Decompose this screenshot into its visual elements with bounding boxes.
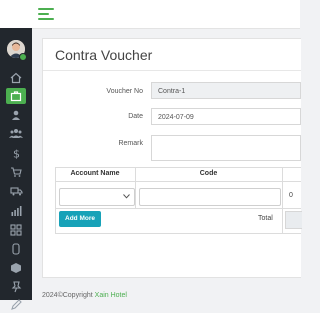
column-divider — [282, 167, 283, 233]
pencil-icon[interactable] — [6, 297, 26, 313]
grid-icon[interactable] — [6, 222, 26, 238]
toggle-icon[interactable] — [6, 241, 26, 257]
dollar-icon[interactable]: $ — [6, 145, 26, 161]
column-header-code: Code — [199, 170, 218, 177]
page-title: Contra Voucher — [55, 47, 153, 63]
account-name-select[interactable] — [59, 188, 135, 206]
user-icon[interactable] — [6, 107, 26, 123]
title-divider — [43, 70, 301, 71]
sidebar: $ — [0, 28, 32, 310]
total-field — [285, 211, 302, 229]
add-more-button[interactable]: Add More — [59, 211, 101, 227]
table-border-bottom — [55, 233, 301, 234]
voucher-no-label: Voucher No — [106, 88, 143, 95]
remark-label: Remark — [118, 140, 143, 147]
amount-value[interactable]: 0 — [289, 192, 293, 199]
hamburger-icon[interactable] — [38, 8, 54, 20]
footer: 2024©Copyright Xain Hotel — [42, 292, 127, 299]
remark-field[interactable] — [151, 135, 301, 161]
date-field[interactable]: 2024-07-09 — [151, 108, 301, 125]
bar-chart-icon[interactable] — [6, 203, 26, 219]
footer-brand-link[interactable]: Xain Hotel — [95, 292, 127, 299]
contra-voucher-card: Contra Voucher Voucher No Contra-1 Date … — [42, 38, 302, 278]
truck-icon[interactable] — [6, 183, 26, 199]
briefcase-icon[interactable] — [6, 88, 26, 104]
svg-text:$: $ — [13, 148, 20, 160]
code-input[interactable] — [139, 188, 281, 206]
total-label: Total — [258, 215, 273, 222]
online-status-dot — [19, 53, 27, 61]
pin-icon[interactable] — [6, 279, 26, 295]
voucher-no-field[interactable]: Contra-1 — [151, 82, 301, 99]
cube-icon[interactable] — [6, 260, 26, 276]
chevron-down-icon — [123, 194, 130, 199]
top-bar — [0, 0, 300, 29]
users-icon[interactable] — [6, 125, 26, 141]
table-header-divider — [55, 181, 301, 182]
cart-icon[interactable] — [6, 164, 26, 180]
home-icon[interactable] — [6, 70, 26, 86]
footer-copyright: 2024©Copyright — [42, 292, 93, 299]
table-row-divider — [55, 208, 301, 209]
date-label: Date — [128, 113, 143, 120]
column-header-account-name: Account Name — [70, 170, 120, 177]
